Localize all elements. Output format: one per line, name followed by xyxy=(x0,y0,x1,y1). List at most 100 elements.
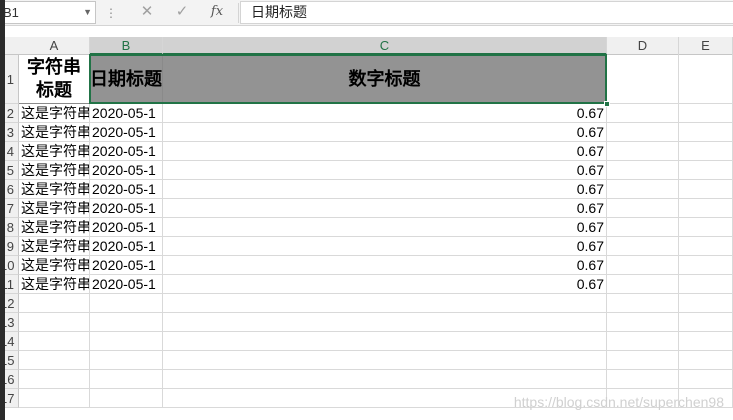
cell-e10[interactable] xyxy=(679,256,733,275)
cell-a7[interactable]: 这是字符串 xyxy=(19,199,90,218)
cell-d3[interactable] xyxy=(607,123,679,142)
column-header-a[interactable]: A xyxy=(19,37,90,55)
cell-d9[interactable] xyxy=(607,237,679,256)
cell-c5[interactable]: 0.67 xyxy=(163,161,607,180)
cell-c13[interactable] xyxy=(163,313,607,332)
cell-e12[interactable] xyxy=(679,294,733,313)
cell-b3[interactable]: 2020-05-1 xyxy=(90,123,163,142)
cell-a1[interactable]: 字符串标题 xyxy=(19,55,90,104)
row-number: 9 xyxy=(6,239,14,254)
cell-d15[interactable] xyxy=(607,351,679,370)
cell-d5[interactable] xyxy=(607,161,679,180)
cell-b4[interactable]: 2020-05-1 xyxy=(90,142,163,161)
worksheet-grid: 字符串标题 日期标题 数字标题 这是字符串 2020-05-1 0.67 这是字符串 2020… xyxy=(19,54,733,420)
cell-a6[interactable]: 这是字符串 xyxy=(19,180,90,199)
cell-c4[interactable]: 0.67 xyxy=(163,142,607,161)
cell-e11[interactable] xyxy=(679,275,733,294)
cell-b7[interactable]: 2020-05-1 xyxy=(90,199,163,218)
cell-c6[interactable]: 0.67 xyxy=(163,180,607,199)
row-number: 3 xyxy=(6,125,14,140)
cell-d7[interactable] xyxy=(607,199,679,218)
cell-c11[interactable]: 0.67 xyxy=(163,275,607,294)
cell-b16[interactable] xyxy=(90,370,163,389)
name-box[interactable]: B1 ▼ xyxy=(0,1,96,24)
cell-e2[interactable] xyxy=(679,104,733,123)
cell-e15[interactable] xyxy=(679,351,733,370)
cell-a11[interactable]: 这是字符串 xyxy=(19,275,90,294)
cell-c9[interactable]: 0.67 xyxy=(163,237,607,256)
cell-c3[interactable]: 0.67 xyxy=(163,123,607,142)
cell-a15[interactable] xyxy=(19,351,90,370)
cell-e8[interactable] xyxy=(679,218,733,237)
cell-c16[interactable] xyxy=(163,370,607,389)
cell-b14[interactable] xyxy=(90,332,163,351)
column-header-c[interactable]: C xyxy=(163,37,607,55)
cell-b2[interactable]: 2020-05-1 xyxy=(90,104,163,123)
cell-d16[interactable] xyxy=(607,370,679,389)
cell-a2[interactable]: 这是字符串 xyxy=(19,104,90,123)
cell-e4[interactable] xyxy=(679,142,733,161)
cell-b1[interactable]: 日期标题 xyxy=(90,55,163,104)
cell-c14[interactable] xyxy=(163,332,607,351)
cell-d14[interactable] xyxy=(607,332,679,351)
chevron-down-icon[interactable]: ▼ xyxy=(83,2,92,23)
fill-handle[interactable] xyxy=(604,101,610,107)
formula-input[interactable]: 日期标题 xyxy=(240,1,733,24)
cell-c10[interactable]: 0.67 xyxy=(163,256,607,275)
cell-a5[interactable]: 这是字符串 xyxy=(19,161,90,180)
cell-d12[interactable] xyxy=(607,294,679,313)
cell-c7[interactable]: 0.67 xyxy=(163,199,607,218)
cell-b12[interactable] xyxy=(90,294,163,313)
cell-e3[interactable] xyxy=(679,123,733,142)
cell-b5[interactable]: 2020-05-1 xyxy=(90,161,163,180)
cell-b17[interactable] xyxy=(90,389,163,408)
cell-e13[interactable] xyxy=(679,313,733,332)
cell-b10[interactable]: 2020-05-1 xyxy=(90,256,163,275)
column-header-e[interactable]: E xyxy=(679,37,733,55)
cell-a13[interactable] xyxy=(19,313,90,332)
cell-c12[interactable] xyxy=(163,294,607,313)
cell-a16[interactable] xyxy=(19,370,90,389)
cell-b11[interactable]: 2020-05-1 xyxy=(90,275,163,294)
column-header-b[interactable]: B xyxy=(90,37,163,55)
cell-d2[interactable] xyxy=(607,104,679,123)
cell-c8[interactable]: 0.67 xyxy=(163,218,607,237)
cell-a9[interactable]: 这是字符串 xyxy=(19,237,90,256)
cell-e14[interactable] xyxy=(679,332,733,351)
cell-a12[interactable] xyxy=(19,294,90,313)
cell-d11[interactable] xyxy=(607,275,679,294)
cell-d10[interactable] xyxy=(607,256,679,275)
cancel-icon[interactable]: ✕ xyxy=(136,1,158,23)
cell-e7[interactable] xyxy=(679,199,733,218)
cell-d1[interactable] xyxy=(607,55,679,104)
cell-c1[interactable]: 数字标题 xyxy=(163,55,607,104)
cell-a17[interactable] xyxy=(19,389,90,408)
row-number: 8 xyxy=(6,220,14,235)
more-options-icon[interactable]: ⋮ xyxy=(104,4,118,22)
cell-b13[interactable] xyxy=(90,313,163,332)
cell-c2[interactable]: 0.67 xyxy=(163,104,607,123)
cell-d4[interactable] xyxy=(607,142,679,161)
insert-function-icon[interactable]: fx xyxy=(206,1,228,23)
cell-d13[interactable] xyxy=(607,313,679,332)
cell-e1[interactable] xyxy=(679,55,733,104)
row-number: 1 xyxy=(6,72,14,87)
cell-b6[interactable]: 2020-05-1 xyxy=(90,180,163,199)
cell-e9[interactable] xyxy=(679,237,733,256)
cell-c15[interactable] xyxy=(163,351,607,370)
cell-b8[interactable]: 2020-05-1 xyxy=(90,218,163,237)
cell-b9[interactable]: 2020-05-1 xyxy=(90,237,163,256)
cell-a14[interactable] xyxy=(19,332,90,351)
column-header-d[interactable]: D xyxy=(607,37,679,55)
check-icon[interactable]: ✓ xyxy=(171,1,193,23)
cell-a8[interactable]: 这是字符串 xyxy=(19,218,90,237)
cell-e16[interactable] xyxy=(679,370,733,389)
cell-d6[interactable] xyxy=(607,180,679,199)
cell-b15[interactable] xyxy=(90,351,163,370)
cell-a4[interactable]: 这是字符串 xyxy=(19,142,90,161)
cell-a10[interactable]: 这是字符串 xyxy=(19,256,90,275)
cell-e6[interactable] xyxy=(679,180,733,199)
cell-d8[interactable] xyxy=(607,218,679,237)
cell-a3[interactable]: 这是字符串 xyxy=(19,123,90,142)
cell-e5[interactable] xyxy=(679,161,733,180)
